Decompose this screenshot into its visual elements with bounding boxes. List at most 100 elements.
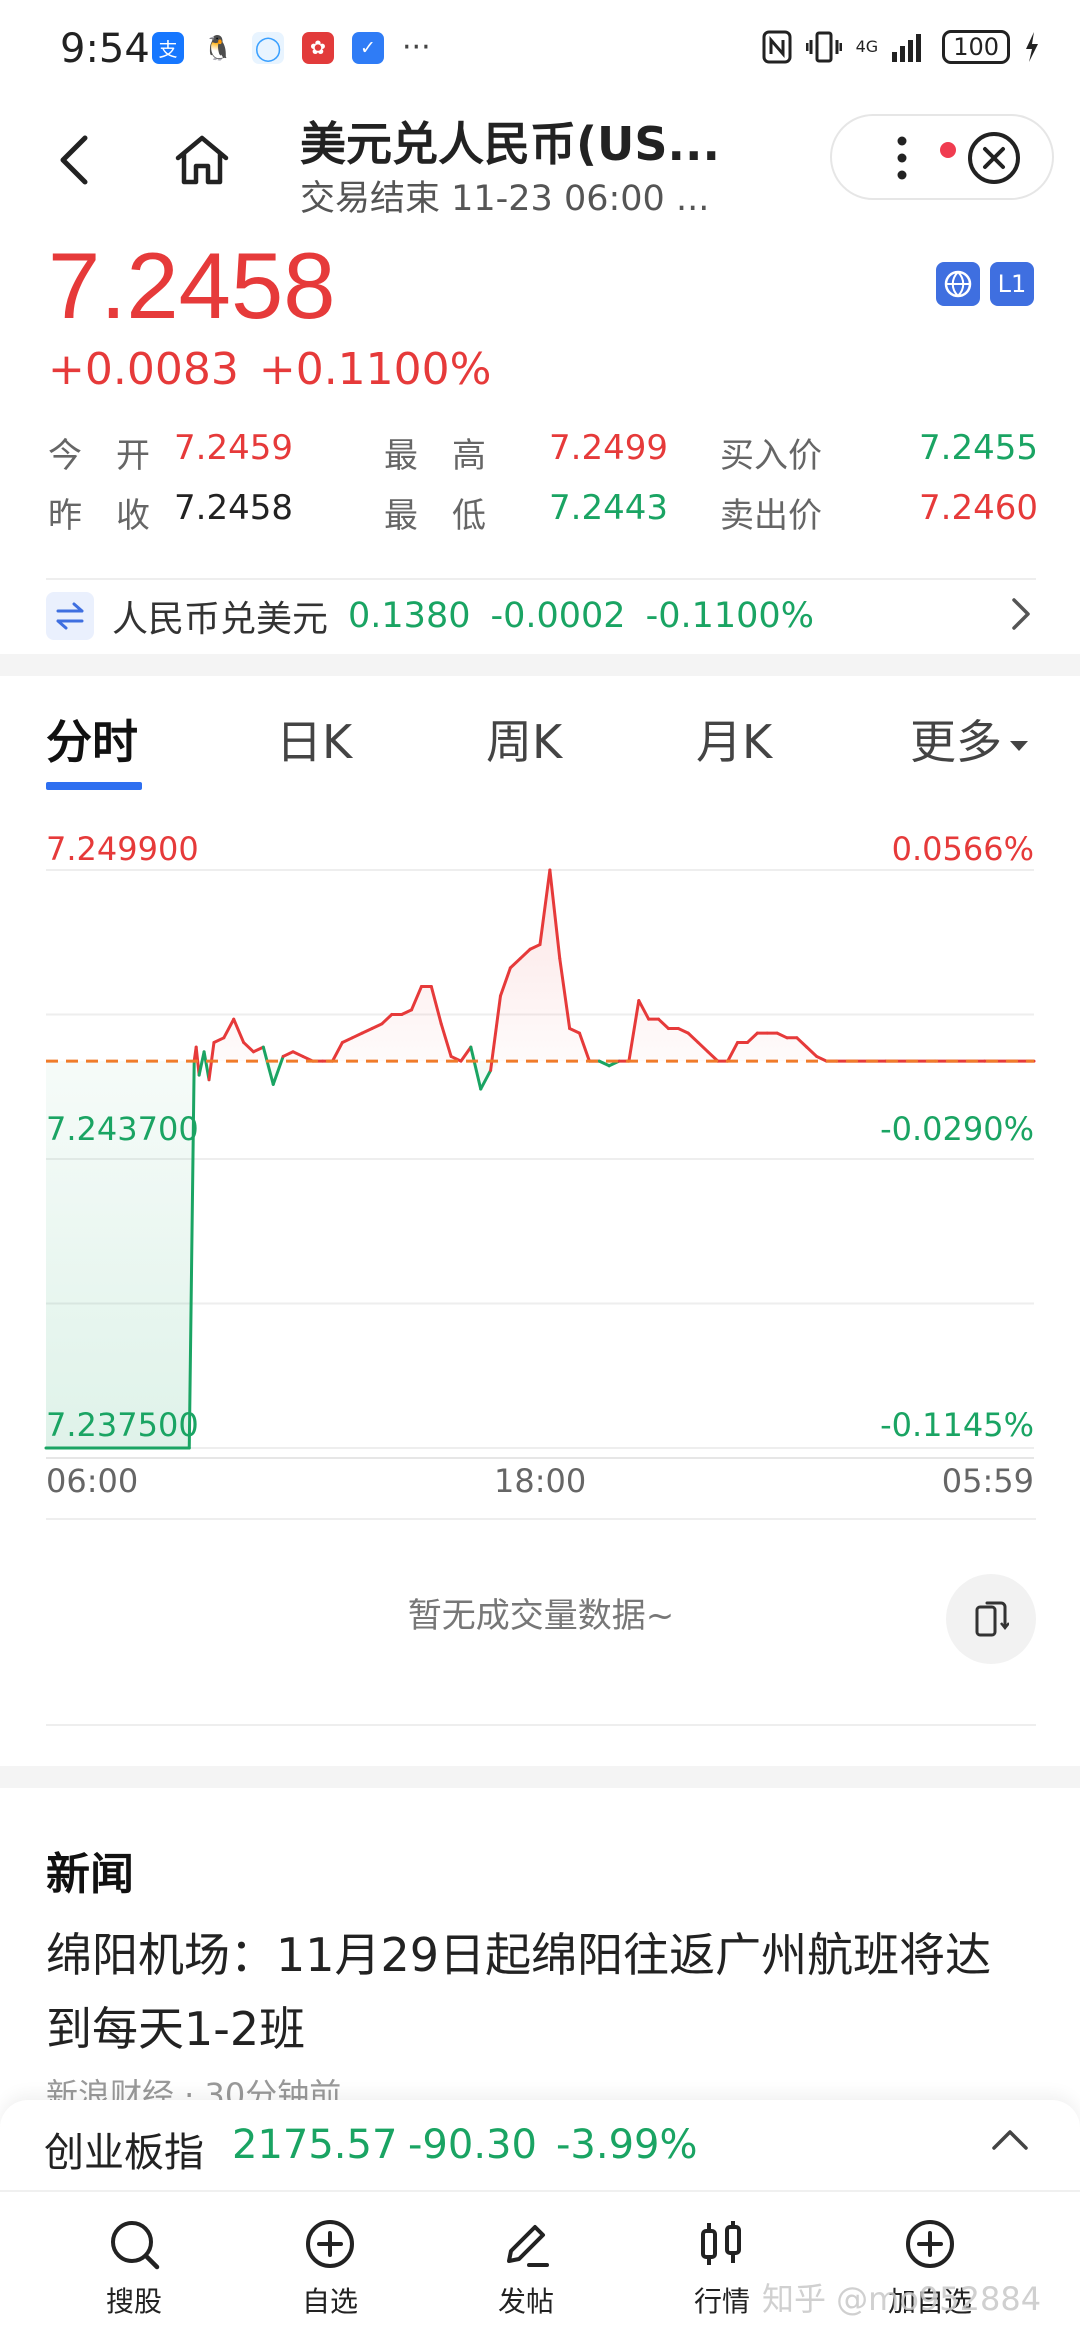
tab-monthly-k[interactable]: 月K — [696, 706, 772, 772]
pct-axis-bottom: -0.1145% — [880, 1406, 1034, 1444]
vibrate-icon — [805, 31, 842, 63]
more-vertical-icon — [897, 136, 907, 180]
cross-rate-change-percent: -0.1100% — [645, 596, 814, 636]
cross-rate-value: 0.1380 — [348, 596, 471, 636]
news-section-title: 新闻 — [46, 1849, 134, 1900]
caret-down-icon — [1010, 740, 1028, 751]
nav-post[interactable]: 发帖 — [466, 2214, 586, 2320]
intraday-chart[interactable]: 7.249900 7.243700 7.237500 0.0566% -0.02… — [0, 820, 1080, 1540]
rotate-screen-icon — [975, 1601, 1009, 1637]
high-value: 7.2499 — [549, 428, 668, 468]
signal-icon — [892, 34, 922, 62]
pen-icon — [466, 2214, 586, 2274]
pct-axis-mid: -0.0290% — [880, 1110, 1034, 1148]
index-value: 2175.57 — [232, 2122, 398, 2168]
mini-program-capsule — [830, 114, 1054, 200]
page-title: 美元兑人民币(US... — [300, 117, 720, 171]
qq-icon: 🐧 — [202, 32, 234, 64]
time-axis-mid: 18:00 — [494, 1462, 587, 1500]
tab-more-label: 更多 — [910, 715, 1002, 769]
price-axis-bottom: 7.237500 — [46, 1406, 199, 1444]
notification-dot — [940, 142, 956, 158]
browser-icon: ◯ — [252, 32, 284, 64]
status-app-icons: 支 🐧 ◯ ✿ ✓ ··· — [152, 32, 431, 64]
nav-search-label: 搜股 — [105, 2285, 162, 2318]
bid-label: 买入价 — [720, 436, 822, 476]
chevron-left-icon — [60, 135, 88, 185]
more-button[interactable] — [872, 128, 956, 188]
chevron-up-icon — [992, 2130, 1028, 2150]
divider — [46, 578, 1036, 580]
index-ticker-bar[interactable]: 创业板指 2175.57 -90.30 -3.99% — [0, 2100, 1080, 2190]
open-value: 7.2459 — [174, 428, 293, 468]
section-separator — [0, 1766, 1080, 1788]
status-time: 9:54 — [60, 26, 150, 72]
price-axis-top: 7.249900 — [46, 830, 199, 868]
candlestick-icon — [662, 2214, 782, 2274]
nav-search[interactable]: 搜股 — [74, 2214, 194, 2320]
pct-axis-top: 0.0566% — [891, 830, 1034, 868]
quote-details: 今 开 7.2459 最 高 7.2499 买入价 7.2455 昨 收 7.2… — [48, 428, 1038, 548]
index-change: -90.30 — [408, 2122, 537, 2168]
price-badges: L1 — [936, 262, 1034, 306]
cross-rate-change: -0.0002 — [490, 596, 626, 636]
price-change: +0.0083 +0.1100% — [48, 344, 511, 395]
price-change-value: +0.0083 — [48, 344, 239, 395]
nav-watchlist[interactable]: 自选 — [270, 2214, 390, 2320]
ask-value: 7.2460 — [919, 488, 1038, 528]
current-price: 7.2458 — [48, 233, 336, 338]
divider — [46, 1724, 1036, 1726]
bid-value: 7.2455 — [919, 428, 1038, 468]
home-icon — [175, 135, 229, 185]
back-button[interactable] — [35, 120, 115, 200]
ask-label: 卖出价 — [720, 496, 822, 536]
news-headline[interactable]: 绵阳机场：11月29日起绵阳往返广州航班将达到每天1-2班 — [46, 1918, 1036, 2066]
home-button[interactable] — [162, 120, 242, 200]
status-indicators: 4G 100 — [762, 30, 1040, 64]
tab-daily-k[interactable]: 日K — [276, 706, 352, 772]
volume-panel: 暂无成交量数据~ — [46, 1518, 1036, 1726]
chevron-right-icon — [1012, 598, 1030, 630]
cross-rate-label: 人民币兑美元 — [112, 599, 329, 640]
network-type: 4G — [855, 37, 879, 56]
bottom-navigation: 搜股 自选 发帖 行情 加自选 知乎 @mo952884 — [0, 2190, 1080, 2340]
close-icon — [968, 132, 1020, 184]
tab-weekly-k[interactable]: 周K — [486, 706, 562, 772]
swap-icon — [46, 592, 94, 640]
tab-more[interactable]: 更多 — [910, 706, 1028, 772]
close-button[interactable] — [964, 128, 1024, 188]
more-notifications-icon: ··· — [402, 30, 431, 65]
tab-active-indicator — [46, 782, 142, 790]
watermark: 知乎 @mo952884 — [762, 2280, 1042, 2318]
trading-status: 交易结束 11-23 06:00 ... — [300, 179, 710, 219]
index-change-percent: -3.99% — [556, 2122, 698, 2168]
nav-watchlist-label: 自选 — [301, 2285, 358, 2318]
volume-empty-text: 暂无成交量数据~ — [407, 1596, 675, 1636]
quote-row: 昨 收 7.2458 最 低 7.2443 卖出价 7.2460 — [48, 488, 1038, 548]
add-circle-icon — [870, 2214, 990, 2274]
huawei-icon: ✿ — [302, 32, 334, 64]
quote-row: 今 开 7.2459 最 高 7.2499 买入价 7.2455 — [48, 428, 1038, 488]
nav-post-label: 发帖 — [497, 2285, 554, 2318]
alipay-icon: 支 — [152, 32, 184, 64]
low-value: 7.2443 — [549, 488, 668, 528]
time-axis-start: 06:00 — [46, 1462, 139, 1500]
prev-close-label: 昨 收 — [48, 496, 150, 536]
charging-icon — [1026, 32, 1038, 62]
open-label: 今 开 — [48, 436, 150, 476]
search-icon — [74, 2214, 194, 2274]
globe-icon[interactable] — [936, 262, 980, 306]
cross-rate-row[interactable]: 人民币兑美元 0.1380 -0.0002 -0.1100% — [46, 584, 1036, 648]
chart-tabs: 分时 日K 周K 月K 更多 — [0, 676, 1080, 796]
landscape-button[interactable] — [946, 1574, 1036, 1664]
add-circle-icon — [270, 2214, 390, 2274]
shield-icon: ✓ — [352, 32, 384, 64]
battery-indicator: 100 — [942, 30, 1010, 64]
time-axis-end: 05:59 — [941, 1462, 1034, 1500]
price-change-percent: +0.1100% — [258, 344, 492, 395]
level-badge[interactable]: L1 — [990, 262, 1034, 306]
status-bar: 9:54 支 🐧 ◯ ✿ ✓ ··· 4G 100 — [0, 0, 1080, 100]
chart-area-above — [46, 870, 1034, 1062]
price-axis-mid: 7.243700 — [46, 1110, 199, 1148]
tab-intraday[interactable]: 分时 — [46, 706, 138, 772]
